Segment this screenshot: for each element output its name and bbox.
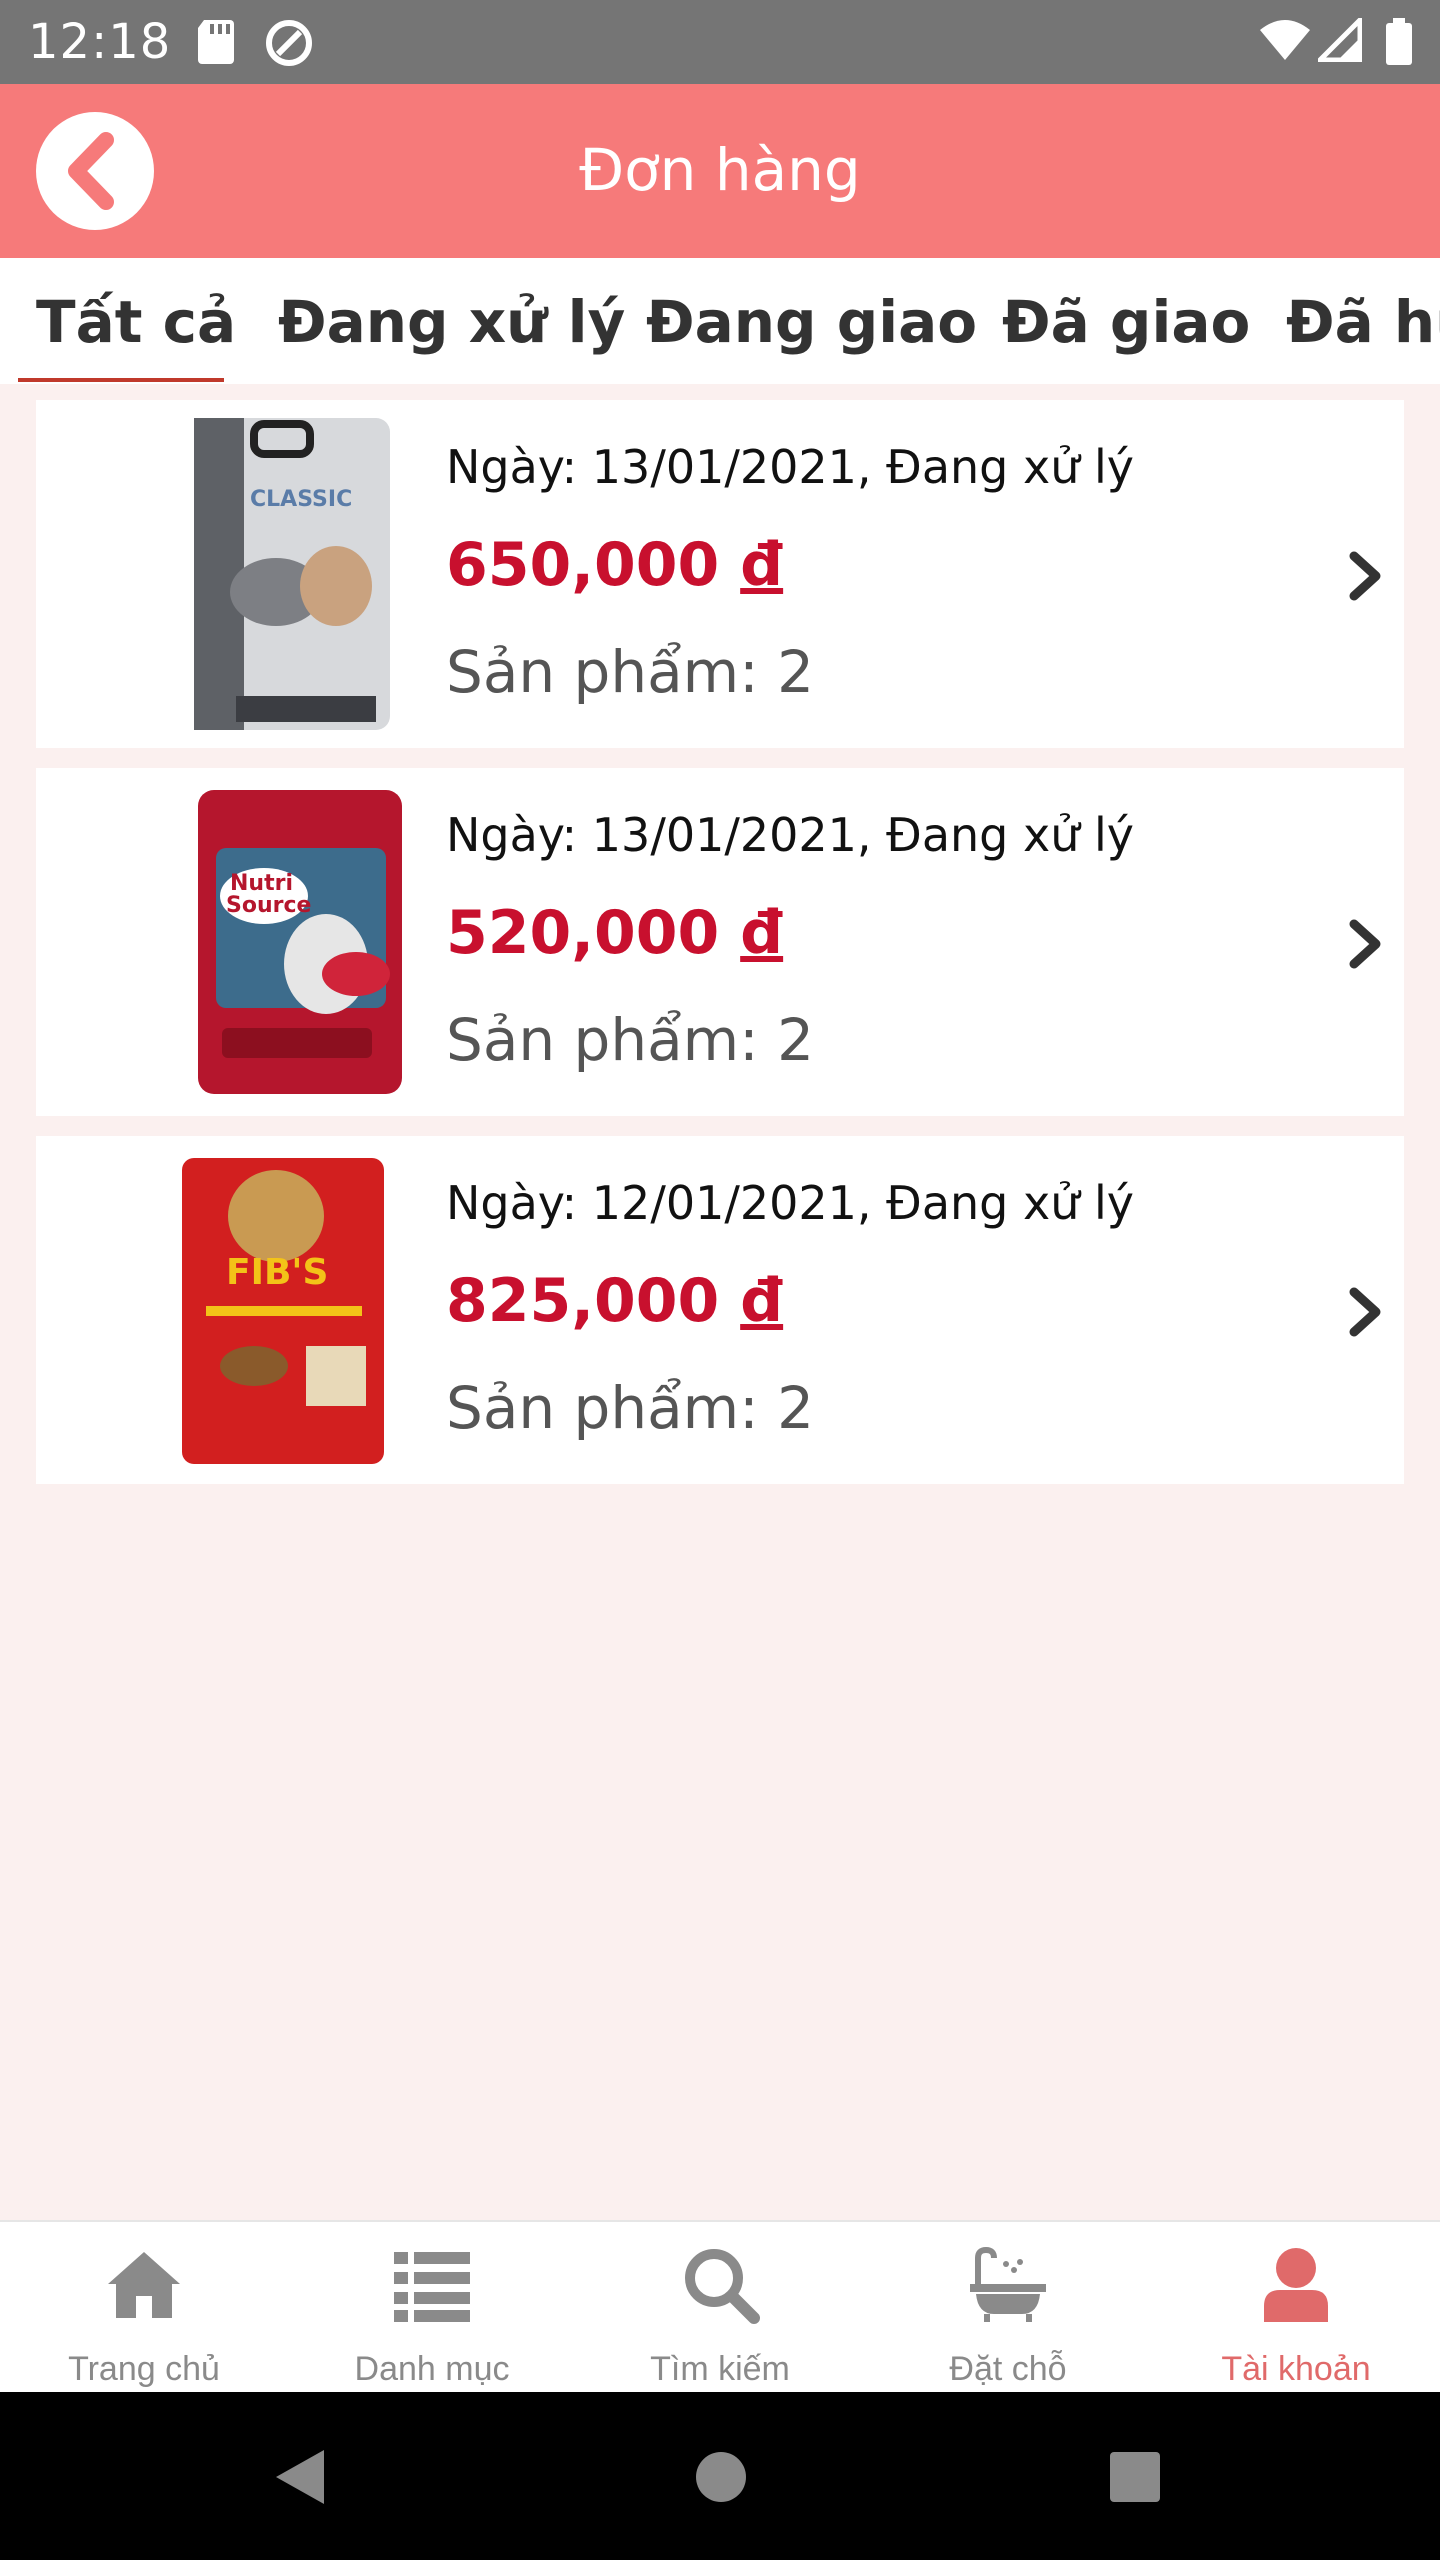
back-triangle-icon[interactable] [272, 2446, 328, 2508]
order-card[interactable]: Nutri Source Ngày: 13/01/2021, Đang xử l… [36, 768, 1404, 1116]
home-circle-icon[interactable] [694, 2450, 748, 2504]
list-icon [394, 2252, 470, 2322]
order-product-count: Sản phẩm: 2 [446, 1006, 815, 1074]
tab-cancelled[interactable]: Đã hủ [1286, 288, 1440, 356]
bathtub-icon [970, 2246, 1046, 2322]
order-date: Ngày: 13/01/2021, Đang xử lý [446, 440, 1134, 494]
order-product-count: Sản phẩm: 2 [446, 1374, 815, 1442]
price-value: 650,000 [446, 530, 720, 600]
user-icon [1264, 2248, 1328, 2322]
bottom-navigation: Trang chủ Danh mục Tìm kiếm Đặt chỗ Tài … [0, 2220, 1440, 2392]
product-image: Nutri Source [198, 790, 402, 1094]
order-product-count: Sản phẩm: 2 [446, 638, 815, 706]
product-image: FIB'S [182, 1158, 384, 1464]
tab-processing[interactable]: Đang xử lý [278, 288, 625, 356]
order-card[interactable]: CLASSIC Ngày: 13/01/2021, Đang xử lý 650… [36, 400, 1404, 748]
chevron-right-icon [1349, 551, 1381, 601]
app-bar: Đơn hàng [0, 84, 1440, 258]
svg-text:FIB'S: FIB'S [226, 1252, 328, 1293]
order-price: 650,000 đ [446, 530, 783, 600]
nav-search[interactable]: Tìm kiếm [576, 2222, 864, 2394]
nav-booking[interactable]: Đặt chỗ [864, 2222, 1152, 2394]
signal-icon [1318, 18, 1362, 62]
price-value: 825,000 [446, 1266, 720, 1336]
page-title: Đơn hàng [579, 136, 861, 204]
order-card[interactable]: FIB'S Ngày: 12/01/2021, Đang xử lý 825,0… [36, 1136, 1404, 1484]
order-price: 520,000 đ [446, 898, 783, 968]
nav-label: Tìm kiếm [650, 2350, 790, 2388]
order-date: Ngày: 13/01/2021, Đang xử lý [446, 808, 1134, 862]
sync-icon [266, 20, 312, 66]
recents-square-icon[interactable] [1108, 2450, 1162, 2504]
nav-account[interactable]: Tài khoản [1152, 2222, 1440, 2394]
nav-home[interactable]: Trang chủ [0, 2222, 288, 2394]
nav-label: Tài khoản [1221, 2350, 1371, 2388]
status-bar: 12:18 [0, 0, 1440, 84]
tab-shipping[interactable]: Đang giao [646, 288, 977, 356]
search-icon [685, 2249, 760, 2324]
system-navigation-bar [0, 2392, 1440, 2560]
price-value: 520,000 [446, 898, 720, 968]
chevron-right-icon [1349, 919, 1381, 969]
sd-card-icon [198, 20, 234, 64]
nav-label: Trang chủ [68, 2350, 220, 2388]
wifi-icon [1260, 20, 1310, 60]
currency-symbol: đ [740, 1266, 784, 1336]
order-date: Ngày: 12/01/2021, Đang xử lý [446, 1176, 1134, 1230]
tab-delivered[interactable]: Đã giao [1002, 288, 1250, 356]
nav-label: Danh mục [354, 2350, 510, 2388]
order-price: 825,000 đ [446, 1266, 783, 1336]
active-tab-indicator [18, 378, 224, 382]
order-status-tabs: Tất cả Đang xử lý Đang giao Đã giao Đã h… [0, 258, 1440, 384]
nav-label: Đặt chỗ [949, 2350, 1067, 2388]
battery-icon [1386, 18, 1412, 65]
status-time: 12:18 [28, 14, 172, 70]
chevron-right-icon [1349, 1287, 1381, 1337]
tab-all[interactable]: Tất cả [36, 288, 236, 356]
nav-categories[interactable]: Danh mục [288, 2222, 576, 2394]
svg-text:Source: Source [226, 893, 311, 918]
home-icon [108, 2252, 180, 2318]
product-image: CLASSIC [194, 418, 390, 730]
svg-text:CLASSIC: CLASSIC [250, 487, 352, 512]
currency-symbol: đ [740, 530, 784, 600]
currency-symbol: đ [740, 898, 784, 968]
